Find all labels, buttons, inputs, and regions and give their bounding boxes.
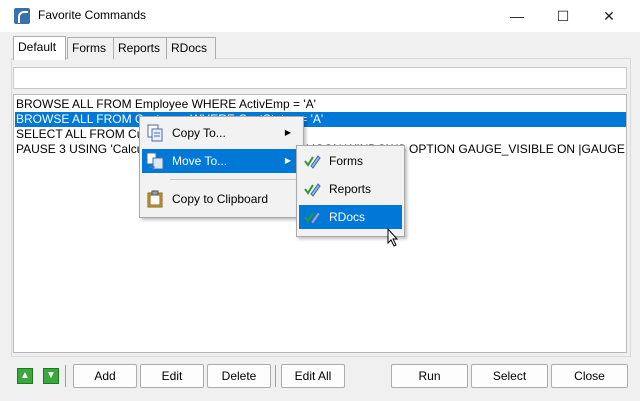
delete-button[interactable]: Delete [207, 364, 271, 388]
submenu-item-label: RDocs [329, 210, 366, 224]
list-item-selected[interactable]: BROWSE ALL FROM Customer WHERE CustStatu… [15, 112, 626, 127]
menu-item-copy-to[interactable]: Copy To... ▶ [142, 121, 301, 145]
menu-item-copy-to-clipboard[interactable]: Copy to Clipboard [142, 187, 301, 211]
tab-reports[interactable]: Reports [113, 37, 168, 59]
add-button[interactable]: Add [73, 364, 137, 388]
tab-forms[interactable]: Forms [67, 37, 114, 59]
submenu-item-forms[interactable]: Forms [299, 149, 402, 173]
maximize-button[interactable]: ☐ [540, 0, 586, 32]
edit-all-button[interactable]: Edit All [281, 364, 345, 388]
submenu-item-reports[interactable]: Reports [299, 177, 402, 201]
window-title: Favorite Commands [38, 8, 147, 22]
submenu-arrow-icon: ▶ [284, 128, 291, 137]
tab-default[interactable]: Default [13, 36, 66, 60]
app-icon [14, 8, 30, 24]
submenu-arrow-icon: ▶ [284, 156, 291, 165]
mouse-cursor-icon [387, 228, 399, 247]
menu-item-move-to[interactable]: Move To... ▶ [142, 149, 301, 173]
divider [65, 365, 66, 387]
close-button[interactable]: Close [551, 364, 628, 388]
run-button[interactable]: Run [391, 364, 468, 388]
check-pencil-icon [304, 211, 321, 225]
check-pencil-icon [304, 183, 321, 197]
submenu-item-rdocs[interactable]: RDocs [299, 205, 402, 229]
submenu-item-label: Forms [329, 154, 363, 168]
menu-item-label: Copy to Clipboard [172, 192, 269, 206]
list-item[interactable]: BROWSE ALL FROM Employee WHERE ActivEmp … [16, 97, 316, 112]
clipboard-icon [147, 190, 163, 208]
close-window-button[interactable]: ✕ [586, 0, 632, 32]
select-button[interactable]: Select [471, 364, 548, 388]
move-down-icon[interactable]: ▼ [43, 368, 59, 384]
minimize-button[interactable]: — [494, 0, 540, 32]
move-icon [146, 152, 164, 170]
move-to-submenu: Forms Reports RDocs [296, 145, 405, 237]
menu-item-label: Move To... [172, 154, 228, 168]
menu-item-label: Copy To... [172, 126, 226, 140]
copy-icon [147, 124, 163, 142]
title-bar: Favorite Commands — ☐ ✕ [0, 0, 640, 32]
submenu-item-label: Reports [329, 182, 372, 196]
divider [275, 365, 276, 387]
menu-separator [170, 179, 297, 180]
context-menu: Copy To... ▶ Move To... ▶ Copy to Clipbo… [139, 116, 304, 218]
command-input[interactable] [13, 67, 627, 89]
button-bar: ▲ ▼ Add Edit Delete Edit All Run Select … [0, 360, 640, 390]
check-pencil-icon [304, 155, 321, 169]
edit-button[interactable]: Edit [140, 364, 204, 388]
tab-rdocs[interactable]: RDocs [166, 37, 216, 59]
move-up-icon[interactable]: ▲ [17, 368, 33, 384]
